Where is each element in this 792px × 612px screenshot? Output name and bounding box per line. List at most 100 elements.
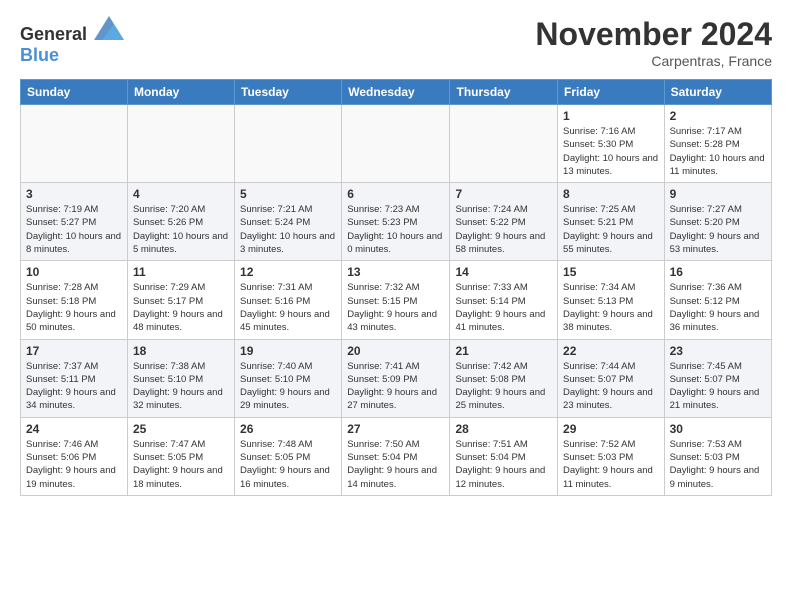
col-thursday: Thursday <box>450 80 558 105</box>
day-info: Sunrise: 7:38 AM Sunset: 5:10 PM Dayligh… <box>133 360 229 413</box>
calendar-cell <box>127 105 234 183</box>
col-wednesday: Wednesday <box>342 80 450 105</box>
calendar-cell: 21Sunrise: 7:42 AM Sunset: 5:08 PM Dayli… <box>450 339 558 417</box>
day-info: Sunrise: 7:45 AM Sunset: 5:07 PM Dayligh… <box>670 360 766 413</box>
calendar-cell <box>21 105 128 183</box>
calendar-cell: 14Sunrise: 7:33 AM Sunset: 5:14 PM Dayli… <box>450 261 558 339</box>
day-info: Sunrise: 7:47 AM Sunset: 5:05 PM Dayligh… <box>133 438 229 491</box>
day-number: 20 <box>347 344 444 358</box>
day-info: Sunrise: 7:19 AM Sunset: 5:27 PM Dayligh… <box>26 203 122 256</box>
calendar-cell: 8 Sunrise: 7:25 AM Sunset: 5:21 PM Daylig… <box>558 183 665 261</box>
calendar-cell: 17 Sunrise: 7:37 AM Sunset: 5:11 PM Dayli… <box>21 339 128 417</box>
day-info: Sunrise: 7:37 AM Sunset: 5:11 PM Dayligh… <box>26 360 122 413</box>
calendar-cell <box>342 105 450 183</box>
calendar-cell: 9Sunrise: 7:27 AM Sunset: 5:20 PM Daylig… <box>664 183 771 261</box>
day-info: Sunrise: 7:33 AM Sunset: 5:14 PM Dayligh… <box>455 281 552 334</box>
day-info: Sunrise: 7:21 AM Sunset: 5:24 PM Dayligh… <box>240 203 336 256</box>
day-number: 26 <box>240 422 336 436</box>
day-number: 30 <box>670 422 766 436</box>
day-number: 17 <box>26 344 122 358</box>
calendar-cell: 10 Sunrise: 7:28 AM Sunset: 5:18 PM Dayli… <box>21 261 128 339</box>
calendar-week-1: 1 Sunrise: 7:16 AM Sunset: 5:30 PM Daylig… <box>21 105 772 183</box>
day-number: 18 <box>133 344 229 358</box>
day-info: Sunrise: 7:24 AM Sunset: 5:22 PM Dayligh… <box>455 203 552 256</box>
month-title: November 2024 <box>535 16 772 53</box>
day-number: 11 <box>133 265 229 279</box>
calendar-week-2: 3 Sunrise: 7:19 AM Sunset: 5:27 PM Daylig… <box>21 183 772 261</box>
day-info: Sunrise: 7:29 AM Sunset: 5:17 PM Dayligh… <box>133 281 229 334</box>
day-info: Sunrise: 7:31 AM Sunset: 5:16 PM Dayligh… <box>240 281 336 334</box>
day-info: Sunrise: 7:20 AM Sunset: 5:26 PM Dayligh… <box>133 203 229 256</box>
calendar-week-5: 24Sunrise: 7:46 AM Sunset: 5:06 PM Dayli… <box>21 417 772 495</box>
day-number: 10 <box>26 265 122 279</box>
day-number: 5 <box>240 187 336 201</box>
col-saturday: Saturday <box>664 80 771 105</box>
day-number: 4 <box>133 187 229 201</box>
day-info: Sunrise: 7:34 AM Sunset: 5:13 PM Dayligh… <box>563 281 659 334</box>
calendar-cell: 30 Sunrise: 7:53 AM Sunset: 5:03 PM Dayli… <box>664 417 771 495</box>
day-info: Sunrise: 7:16 AM Sunset: 5:30 PM Dayligh… <box>563 125 659 178</box>
calendar-cell: 20 Sunrise: 7:41 AM Sunset: 5:09 PM Dayli… <box>342 339 450 417</box>
day-number: 1 <box>563 109 659 123</box>
day-number: 19 <box>240 344 336 358</box>
logo-icon <box>94 16 124 40</box>
day-number: 27 <box>347 422 444 436</box>
calendar-cell: 28 Sunrise: 7:51 AM Sunset: 5:04 PM Dayli… <box>450 417 558 495</box>
calendar-cell: 24Sunrise: 7:46 AM Sunset: 5:06 PM Dayli… <box>21 417 128 495</box>
col-tuesday: Tuesday <box>235 80 342 105</box>
day-number: 13 <box>347 265 444 279</box>
day-number: 29 <box>563 422 659 436</box>
calendar-cell: 11 Sunrise: 7:29 AM Sunset: 5:17 PM Dayli… <box>127 261 234 339</box>
day-number: 28 <box>455 422 552 436</box>
calendar-cell: 12 Sunrise: 7:31 AM Sunset: 5:16 PM Dayli… <box>235 261 342 339</box>
day-info: Sunrise: 7:32 AM Sunset: 5:15 PM Dayligh… <box>347 281 444 334</box>
day-info: Sunrise: 7:36 AM Sunset: 5:12 PM Dayligh… <box>670 281 766 334</box>
logo-blue: Blue <box>20 45 59 65</box>
logo: General Blue <box>20 16 124 66</box>
day-info: Sunrise: 7:52 AM Sunset: 5:03 PM Dayligh… <box>563 438 659 491</box>
day-number: 12 <box>240 265 336 279</box>
logo-general: General <box>20 24 87 44</box>
header-row: Sunday Monday Tuesday Wednesday Thursday… <box>21 80 772 105</box>
calendar-cell <box>235 105 342 183</box>
calendar-cell: 16 Sunrise: 7:36 AM Sunset: 5:12 PM Dayli… <box>664 261 771 339</box>
day-number: 22 <box>563 344 659 358</box>
day-info: Sunrise: 7:27 AM Sunset: 5:20 PM Dayligh… <box>670 203 766 256</box>
calendar-cell: 22 Sunrise: 7:44 AM Sunset: 5:07 PM Dayli… <box>558 339 665 417</box>
day-info: Sunrise: 7:25 AM Sunset: 5:21 PM Dayligh… <box>563 203 659 256</box>
day-number: 6 <box>347 187 444 201</box>
day-info: Sunrise: 7:23 AM Sunset: 5:23 PM Dayligh… <box>347 203 444 256</box>
day-info: Sunrise: 7:53 AM Sunset: 5:03 PM Dayligh… <box>670 438 766 491</box>
day-info: Sunrise: 7:28 AM Sunset: 5:18 PM Dayligh… <box>26 281 122 334</box>
col-sunday: Sunday <box>21 80 128 105</box>
calendar-cell: 18 Sunrise: 7:38 AM Sunset: 5:10 PM Dayli… <box>127 339 234 417</box>
calendar-cell <box>450 105 558 183</box>
calendar-cell: 15Sunrise: 7:34 AM Sunset: 5:13 PM Dayli… <box>558 261 665 339</box>
day-info: Sunrise: 7:51 AM Sunset: 5:04 PM Dayligh… <box>455 438 552 491</box>
day-info: Sunrise: 7:50 AM Sunset: 5:04 PM Dayligh… <box>347 438 444 491</box>
title-area: November 2024 Carpentras, France <box>535 16 772 69</box>
day-info: Sunrise: 7:44 AM Sunset: 5:07 PM Dayligh… <box>563 360 659 413</box>
calendar-cell: 23Sunrise: 7:45 AM Sunset: 5:07 PM Dayli… <box>664 339 771 417</box>
day-number: 25 <box>133 422 229 436</box>
calendar-cell: 6 Sunrise: 7:23 AM Sunset: 5:23 PM Daylig… <box>342 183 450 261</box>
calendar-week-4: 17 Sunrise: 7:37 AM Sunset: 5:11 PM Dayli… <box>21 339 772 417</box>
day-number: 8 <box>563 187 659 201</box>
calendar-cell: 3 Sunrise: 7:19 AM Sunset: 5:27 PM Daylig… <box>21 183 128 261</box>
calendar-cell: 5 Sunrise: 7:21 AM Sunset: 5:24 PM Daylig… <box>235 183 342 261</box>
day-number: 16 <box>670 265 766 279</box>
calendar-table: Sunday Monday Tuesday Wednesday Thursday… <box>20 79 772 496</box>
day-number: 3 <box>26 187 122 201</box>
calendar-cell: 27 Sunrise: 7:50 AM Sunset: 5:04 PM Dayli… <box>342 417 450 495</box>
day-info: Sunrise: 7:17 AM Sunset: 5:28 PM Dayligh… <box>670 125 766 178</box>
logo-text: General Blue <box>20 16 124 66</box>
calendar-cell: 13 Sunrise: 7:32 AM Sunset: 5:15 PM Dayli… <box>342 261 450 339</box>
calendar-cell: 25 Sunrise: 7:47 AM Sunset: 5:05 PM Dayli… <box>127 417 234 495</box>
page: General Blue November 2024 Carpentras, F… <box>0 0 792 506</box>
calendar-cell: 4 Sunrise: 7:20 AM Sunset: 5:26 PM Daylig… <box>127 183 234 261</box>
calendar-cell: 26 Sunrise: 7:48 AM Sunset: 5:05 PM Dayli… <box>235 417 342 495</box>
day-info: Sunrise: 7:41 AM Sunset: 5:09 PM Dayligh… <box>347 360 444 413</box>
day-info: Sunrise: 7:48 AM Sunset: 5:05 PM Dayligh… <box>240 438 336 491</box>
day-number: 7 <box>455 187 552 201</box>
calendar-cell: 2Sunrise: 7:17 AM Sunset: 5:28 PM Daylig… <box>664 105 771 183</box>
